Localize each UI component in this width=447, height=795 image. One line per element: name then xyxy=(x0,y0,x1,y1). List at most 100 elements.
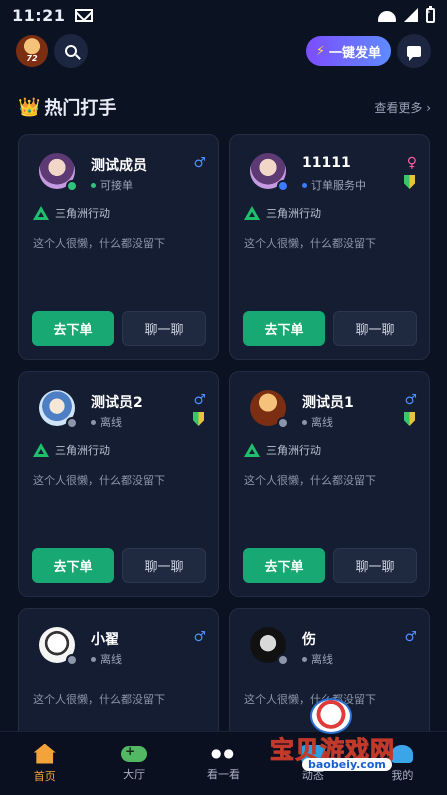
player-bio: 这个人很懒，什么都没留下 xyxy=(33,693,165,706)
nav-item-lobby[interactable]: 大厅 xyxy=(89,732,178,795)
avatar[interactable] xyxy=(39,627,78,666)
male-icon: ♂ xyxy=(193,629,206,645)
player-status: 离线 xyxy=(302,651,333,667)
player-card[interactable]: 测试员1 离线 ♂ 三角洲行动 这个人很懒，什么都没留下 去下单 聊一聊 xyxy=(229,371,430,597)
chat-button[interactable]: 聊一聊 xyxy=(333,548,417,583)
status-indicator-icon xyxy=(91,182,96,188)
status-indicator-icon xyxy=(302,182,307,188)
logo-text: 72 xyxy=(26,54,38,63)
game-name: 三角洲行动 xyxy=(266,444,321,457)
status-dot xyxy=(277,654,289,666)
player-card[interactable]: 测试成员 可接单 ♂ 三角洲行动 这个人很懒，什么都没留下 去下单 聊一聊 xyxy=(18,134,219,360)
watermark-url: baobeiy.com xyxy=(302,758,392,771)
player-name: 伤 xyxy=(302,632,316,648)
signal-icon xyxy=(404,8,418,22)
message-button[interactable] xyxy=(397,34,431,68)
rank-badge-icon xyxy=(193,412,204,426)
game-tag: 三角洲行动 xyxy=(244,442,321,458)
status-indicator-icon xyxy=(91,419,96,425)
player-bio: 这个人很懒，什么都没留下 xyxy=(33,474,165,487)
place-order-button[interactable]: 去下单 xyxy=(32,548,114,583)
player-card[interactable]: 测试员2 离线 ♂ 三角洲行动 这个人很懒，什么都没留下 去下单 聊一聊 xyxy=(18,371,219,597)
nav-label: 首页 xyxy=(33,769,56,783)
chat-button[interactable]: 聊一聊 xyxy=(122,548,206,583)
quick-order-label: 一键发单 xyxy=(328,45,381,61)
crown-icon: 👑 xyxy=(18,96,41,118)
male-icon: ♂ xyxy=(193,392,206,408)
battery-icon xyxy=(425,5,435,23)
male-icon: ♂ xyxy=(404,392,417,408)
nav-label: 看一看 xyxy=(207,767,241,781)
chat-button[interactable]: 聊一聊 xyxy=(122,311,206,346)
game-logo-icon xyxy=(244,206,260,220)
search-button[interactable] xyxy=(54,34,88,68)
mail-icon xyxy=(75,8,94,22)
status-dot xyxy=(66,654,78,666)
nav-item-explore[interactable]: ●● 看一看 xyxy=(179,732,268,795)
home-icon xyxy=(33,743,56,764)
gamepad-icon xyxy=(121,744,148,762)
place-order-button[interactable]: 去下单 xyxy=(243,548,325,583)
male-icon: ♂ xyxy=(404,629,417,645)
game-logo-icon xyxy=(33,443,49,457)
player-bio: 这个人很懒，什么都没留下 xyxy=(33,237,165,250)
section-header: 👑 热门打手 查看更多 › xyxy=(18,94,431,120)
avatar[interactable] xyxy=(250,153,289,192)
status-text: 可接单 xyxy=(100,179,133,192)
chat-button[interactable]: 聊一聊 xyxy=(333,311,417,346)
player-card[interactable]: 11111 订单服务中 ♀ 三角洲行动 这个人很懒，什么都没留下 去下单 聊一聊 xyxy=(229,134,430,360)
game-logo-icon xyxy=(244,443,260,457)
male-icon: ♂ xyxy=(193,155,206,171)
player-name: 测试成员 xyxy=(91,158,147,174)
status-indicator-icon xyxy=(91,656,96,662)
player-name: 小翟 xyxy=(91,632,119,648)
eyes-icon: ●● xyxy=(211,745,236,760)
avatar[interactable] xyxy=(250,627,289,666)
status-indicator-icon xyxy=(302,419,307,425)
nav-label: 大厅 xyxy=(123,767,146,781)
nav-item-home[interactable]: 首页 xyxy=(0,732,89,795)
player-name: 测试员2 xyxy=(91,395,143,411)
status-text: 订单服务中 xyxy=(311,179,366,192)
wifi-icon xyxy=(378,8,396,22)
player-status: 离线 xyxy=(302,414,333,430)
status-dot xyxy=(277,180,289,192)
section-title: 热门打手 xyxy=(44,98,117,119)
status-text: 离线 xyxy=(100,653,122,666)
game-tag: 三角洲行动 xyxy=(33,205,110,221)
player-card[interactable]: 小翟 离线 ♂ 这个人很懒，什么都没留下 xyxy=(18,608,219,748)
lightning-icon: ⚡ xyxy=(315,43,325,59)
status-dot xyxy=(66,417,78,429)
player-bio: 这个人很懒，什么都没留下 xyxy=(244,474,376,487)
game-logo-icon xyxy=(33,206,49,220)
place-order-button[interactable]: 去下单 xyxy=(243,311,325,346)
player-status: 可接单 xyxy=(91,177,133,193)
avatar[interactable] xyxy=(39,153,78,192)
game-tag: 三角洲行动 xyxy=(33,442,110,458)
player-status: 离线 xyxy=(91,414,122,430)
avatar[interactable] xyxy=(250,390,289,429)
avatar[interactable] xyxy=(39,390,78,429)
mascot-icon xyxy=(310,698,352,734)
game-name: 三角洲行动 xyxy=(55,444,110,457)
status-text: 离线 xyxy=(100,416,122,429)
top-bar: 72 ⚡ 一键发单 xyxy=(0,30,447,72)
rank-badge-icon xyxy=(404,412,415,426)
game-name: 三角洲行动 xyxy=(55,207,110,220)
status-dot xyxy=(277,417,289,429)
place-order-button[interactable]: 去下单 xyxy=(32,311,114,346)
app-logo[interactable]: 72 xyxy=(16,35,48,67)
see-more-link[interactable]: 查看更多 › xyxy=(374,99,431,116)
game-tag: 三角洲行动 xyxy=(244,205,321,221)
status-indicator-icon xyxy=(302,656,307,662)
chat-bubble-icon xyxy=(407,45,421,61)
player-name: 测试员1 xyxy=(302,395,354,411)
player-status: 订单服务中 xyxy=(302,177,366,193)
player-status: 离线 xyxy=(91,651,122,667)
female-icon: ♀ xyxy=(406,155,417,171)
status-time: 11:21 xyxy=(12,5,66,25)
status-dot xyxy=(66,180,78,192)
watermark: 宝贝游戏网 baobeiy.com xyxy=(270,698,420,778)
player-bio: 这个人很懒，什么都没留下 xyxy=(244,237,376,250)
quick-order-button[interactable]: ⚡ 一键发单 xyxy=(305,36,391,66)
